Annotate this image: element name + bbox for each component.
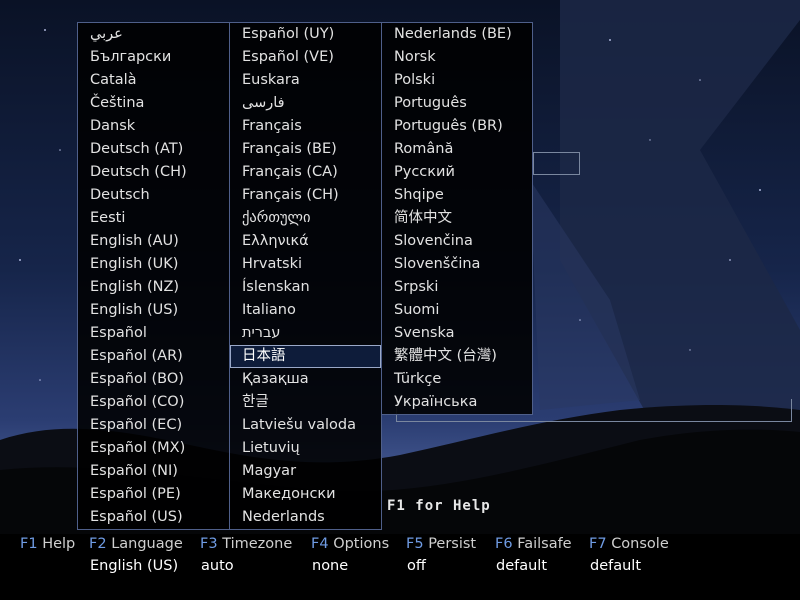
language-option[interactable]: English (US) xyxy=(78,299,229,322)
language-option[interactable]: 简体中文 xyxy=(382,207,532,230)
f1-label: Help xyxy=(42,536,76,552)
f4-label: Options xyxy=(333,536,390,552)
language-option[interactable]: Español (UY) xyxy=(230,23,381,46)
language-option[interactable]: Euskara xyxy=(230,69,381,92)
f5-persist-button[interactable]: F5 Persist xyxy=(406,536,476,552)
f4-key: F4 xyxy=(311,536,329,552)
language-option[interactable]: Español (BO) xyxy=(78,368,229,391)
f7-key: F7 xyxy=(589,536,607,552)
f6-failsafe-button[interactable]: F6 Failsafe xyxy=(495,536,572,552)
language-option[interactable]: Suomi xyxy=(382,299,532,322)
f3-key: F3 xyxy=(200,536,218,552)
f7-console-button[interactable]: F7 Console xyxy=(589,536,669,552)
language-option[interactable]: Español (NI) xyxy=(78,460,229,483)
language-option[interactable]: Русский xyxy=(382,161,532,184)
f3-label: Timezone xyxy=(222,536,293,552)
f2-key: F2 xyxy=(89,536,107,552)
language-option[interactable]: Italiano xyxy=(230,299,381,322)
language-option[interactable]: Español (MX) xyxy=(78,437,229,460)
f1-help-button[interactable]: F1 Help xyxy=(20,536,75,552)
language-option[interactable]: Български xyxy=(78,46,229,69)
f6-key: F6 xyxy=(495,536,513,552)
f2-label: Language xyxy=(111,536,183,552)
f3-timezone-button[interactable]: F3 Timezone xyxy=(200,536,292,552)
language-option[interactable]: Shqipe xyxy=(382,184,532,207)
language-option-selected[interactable]: 日本語 xyxy=(230,345,381,368)
language-option[interactable]: English (UK) xyxy=(78,253,229,276)
language-option[interactable]: Português xyxy=(382,92,532,115)
language-option[interactable]: English (NZ) xyxy=(78,276,229,299)
language-option[interactable]: Español xyxy=(78,322,229,345)
language-option[interactable]: ქართული xyxy=(230,207,381,230)
language-option[interactable]: Magyar xyxy=(230,460,381,483)
f5-label: Persist xyxy=(428,536,477,552)
language-option[interactable]: فارسی xyxy=(230,92,381,115)
f4-options-button[interactable]: F4 Options xyxy=(311,536,389,552)
language-option[interactable]: Čeština xyxy=(78,92,229,115)
language-option[interactable]: 한글 xyxy=(230,391,381,414)
language-option[interactable]: Lietuvių xyxy=(230,437,381,460)
language-option[interactable]: 繁體中文 (台灣) xyxy=(382,345,532,368)
persist-value: off xyxy=(407,558,426,574)
language-list-column-3: Nederlands (BE) Norsk Polski Português Portu… xyxy=(381,22,533,415)
language-option[interactable]: Türkçe xyxy=(382,368,532,391)
language-option[interactable]: Català xyxy=(78,69,229,92)
f1-key: F1 xyxy=(20,536,38,552)
language-option[interactable]: Deutsch xyxy=(78,184,229,207)
language-option[interactable]: Қазақша xyxy=(230,368,381,391)
language-option[interactable]: Nederlands xyxy=(230,506,381,529)
language-option[interactable]: Slovenščina xyxy=(382,253,532,276)
language-list-column-1: عربي Български Català Čeština Dansk Deutsch (… xyxy=(77,22,230,530)
language-option[interactable]: English (AU) xyxy=(78,230,229,253)
language-option[interactable]: Español (CO) xyxy=(78,391,229,414)
language-option[interactable]: Dansk xyxy=(78,115,229,138)
language-option[interactable]: Norsk xyxy=(382,46,532,69)
timezone-value: auto xyxy=(201,558,234,574)
help-hint: F1 for Help xyxy=(387,498,491,514)
f5-key: F5 xyxy=(406,536,424,552)
language-list-column-2: Español (UY) Español (VE) Euskara فارسی Fran… xyxy=(229,22,382,530)
language-option[interactable]: Français xyxy=(230,115,381,138)
language-option[interactable]: Deutsch (CH) xyxy=(78,161,229,184)
language-option[interactable]: Español (AR) xyxy=(78,345,229,368)
options-value: none xyxy=(312,558,349,574)
language-option[interactable]: Français (CH) xyxy=(230,184,381,207)
language-option[interactable]: Ελληνικά xyxy=(230,230,381,253)
language-option[interactable]: Íslenskan xyxy=(230,276,381,299)
language-option[interactable]: Hrvatski xyxy=(230,253,381,276)
language-option[interactable]: עברית xyxy=(230,322,381,345)
f2-language-button[interactable]: F2 Language xyxy=(89,536,183,552)
function-key-bar: F1 Help F2 Language F3 Timezone F4 Optio… xyxy=(0,534,800,600)
language-option[interactable]: Français (BE) xyxy=(230,138,381,161)
language-option[interactable]: Română xyxy=(382,138,532,161)
language-option[interactable]: Македонски xyxy=(230,483,381,506)
language-option[interactable]: عربي xyxy=(78,23,229,46)
language-option[interactable]: Srpski xyxy=(382,276,532,299)
language-option[interactable]: Polski xyxy=(382,69,532,92)
f7-label: Console xyxy=(611,536,669,552)
language-option[interactable]: Slovenčina xyxy=(382,230,532,253)
language-option[interactable]: Français (CA) xyxy=(230,161,381,184)
language-option[interactable]: Deutsch (AT) xyxy=(78,138,229,161)
language-option[interactable]: Latviešu valoda xyxy=(230,414,381,437)
language-option[interactable]: Eesti xyxy=(78,207,229,230)
console-value: default xyxy=(590,558,642,574)
language-option[interactable]: Español (EC) xyxy=(78,414,229,437)
language-value: English (US) xyxy=(90,558,179,574)
background-window-fragment xyxy=(533,152,580,175)
language-option[interactable]: Svenska xyxy=(382,322,532,345)
f6-label: Failsafe xyxy=(517,536,572,552)
failsafe-value: default xyxy=(496,558,548,574)
language-option[interactable]: Українська xyxy=(382,391,532,414)
language-option[interactable]: Nederlands (BE) xyxy=(382,23,532,46)
language-option[interactable]: Español (US) xyxy=(78,506,229,529)
language-option[interactable]: Español (VE) xyxy=(230,46,381,69)
language-option[interactable]: Português (BR) xyxy=(382,115,532,138)
language-option[interactable]: Español (PE) xyxy=(78,483,229,506)
